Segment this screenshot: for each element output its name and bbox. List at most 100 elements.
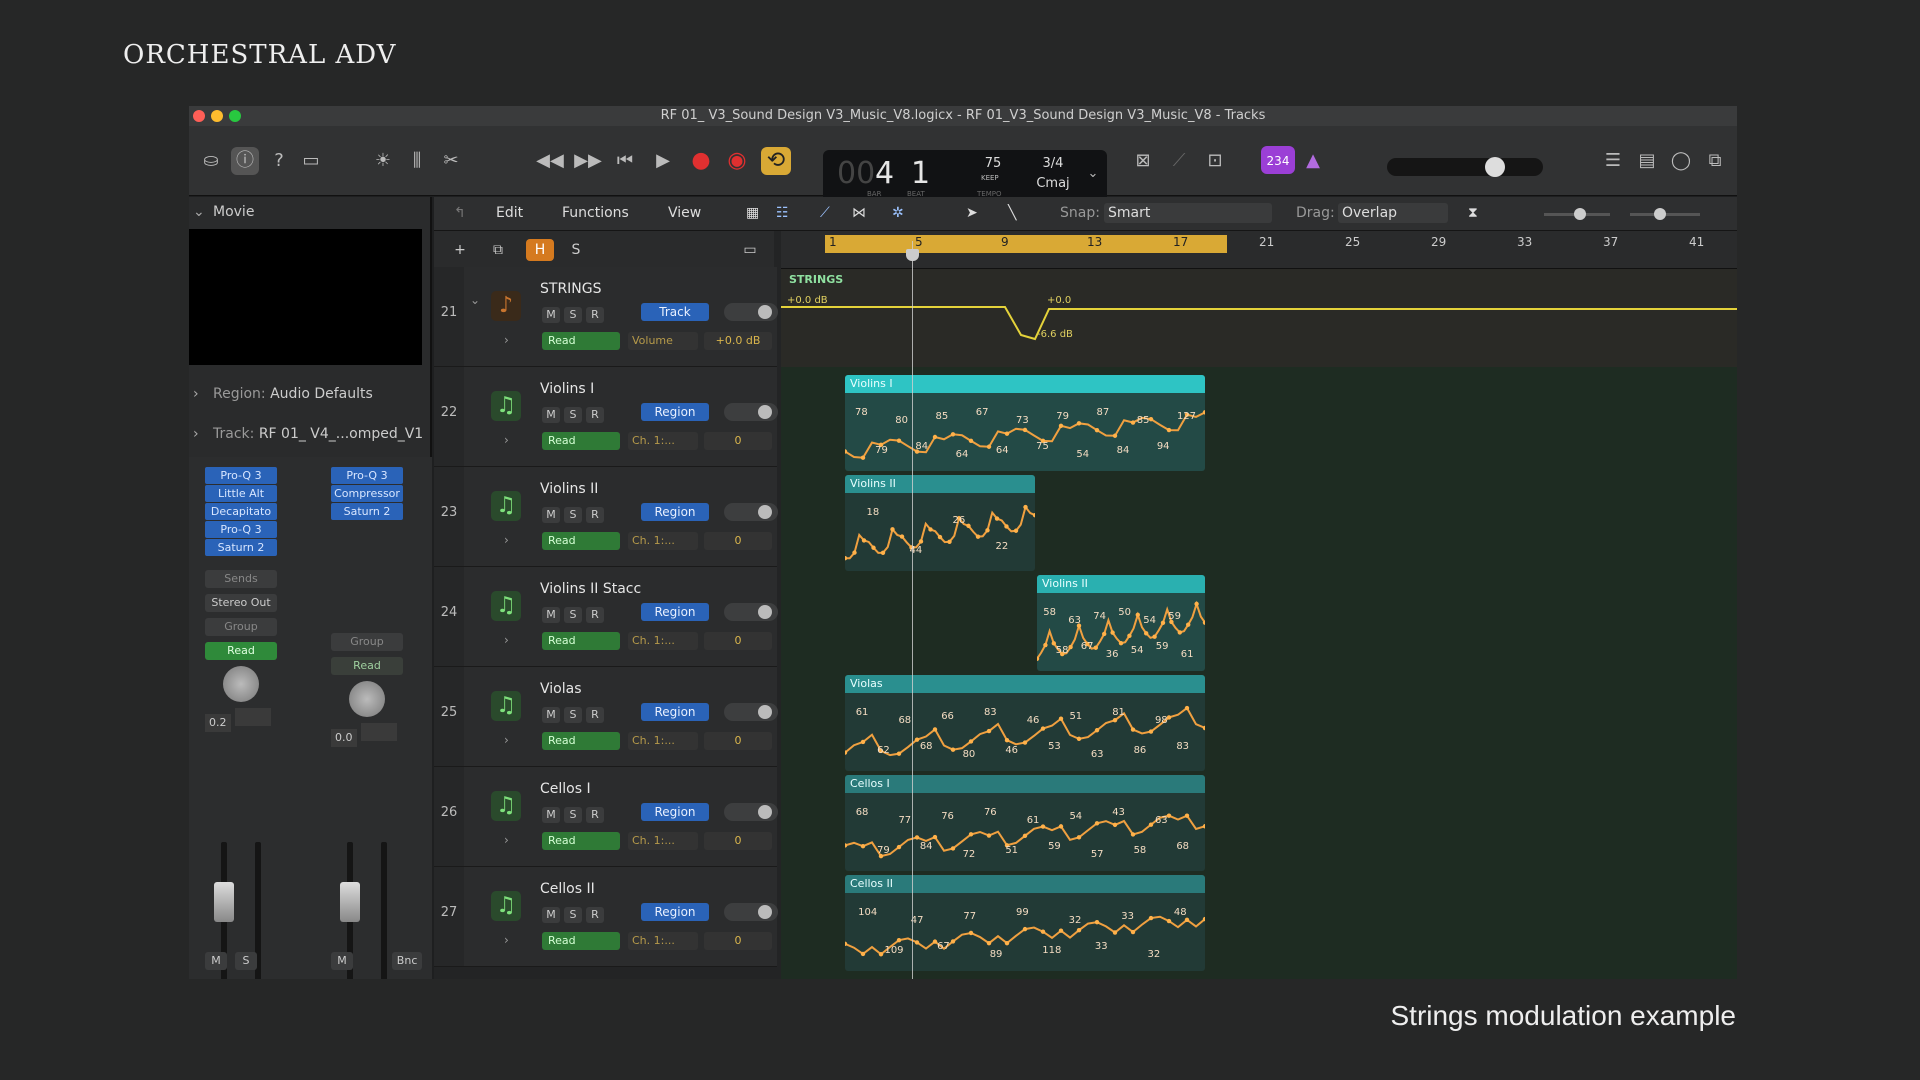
mute-button[interactable]: M	[542, 807, 560, 823]
solo-button[interactable]: S	[564, 707, 582, 723]
cycle-region[interactable]	[825, 235, 1227, 253]
plugin-slot[interactable]: Compressor	[331, 485, 403, 502]
track-header[interactable]: 24 ♫ Violins II Stacc MSR Region › Read …	[434, 567, 778, 667]
track-on-toggle[interactable]	[724, 503, 778, 521]
automation-mode-select[interactable]: Read	[542, 532, 620, 550]
track-header[interactable]: 26 ♫ Cellos I MSR Region › Read Ch. 1:..…	[434, 767, 778, 867]
region-automation-button[interactable]: Region	[641, 803, 709, 821]
functions-menu[interactable]: Functions	[562, 205, 629, 221]
cc-automation-curve[interactable]	[845, 493, 1035, 571]
record-arm-button[interactable]: R	[586, 407, 604, 423]
track-name[interactable]: Cellos II	[540, 881, 595, 897]
toolbar-icon[interactable]: ▭	[297, 147, 325, 175]
global-tracks-icon[interactable]: ▭	[736, 239, 764, 261]
automation-parameter-select[interactable]: Ch. 1:...	[628, 932, 698, 950]
midi-region[interactable]: Violins II 18 44 26 22	[845, 475, 1035, 571]
metronome-icon[interactable]: ▲	[1299, 147, 1327, 175]
solo-button[interactable]: S	[235, 952, 257, 970]
plugin-slot[interactable]: Pro-Q 3	[331, 467, 403, 484]
solo-button[interactable]: S	[564, 507, 582, 523]
chevron-right-icon[interactable]: ›	[504, 533, 509, 547]
view-menu[interactable]: View	[668, 205, 701, 221]
automation-mode-select[interactable]: Read	[542, 632, 620, 650]
mute-button[interactable]: M	[542, 507, 560, 523]
plugin-slot[interactable]: Saturn 2	[331, 503, 403, 520]
solo-toggle-button[interactable]: S	[562, 239, 590, 261]
track-on-toggle[interactable]	[724, 803, 778, 821]
automation-parameter-select[interactable]: Ch. 1:...	[628, 632, 698, 650]
pan-value[interactable]: 0.0	[331, 729, 357, 747]
automation-mode-select[interactable]: Read	[542, 332, 620, 350]
notepad-icon[interactable]: ▤	[1633, 147, 1661, 175]
master-volume-slider[interactable]	[1387, 157, 1543, 177]
chevron-right-icon[interactable]: ›	[504, 833, 509, 847]
cc-automation-curve[interactable]	[845, 393, 1205, 471]
pencil-tool-icon[interactable]: ╲	[1008, 205, 1016, 221]
browser-icon[interactable]: ⧉	[1701, 147, 1729, 175]
track-name[interactable]: Cellos I	[540, 781, 591, 797]
automation-mode-select[interactable]: Read	[542, 832, 620, 850]
automation-parameter-select[interactable]: Ch. 1:...	[628, 532, 698, 550]
horizontal-zoom-slider[interactable]	[1630, 208, 1700, 220]
plugin-slot[interactable]: Pro-Q 3	[205, 521, 277, 538]
automation-parameter-select[interactable]: Ch. 1:...	[628, 432, 698, 450]
automation-value[interactable]: 0	[704, 632, 772, 650]
bounce-button[interactable]: Bnc	[392, 952, 423, 970]
play-icon[interactable]: ▶	[649, 147, 677, 175]
midi-region[interactable]: Violins I 78 79 80 84 85 64 67 64 73 75 79 54 87 84 85 9…	[845, 375, 1205, 471]
automation-mode-select[interactable]: Read	[542, 732, 620, 750]
region-automation-button[interactable]: Region	[641, 503, 709, 521]
chevron-right-icon[interactable]: ›	[504, 333, 509, 347]
mute-button[interactable]: M	[542, 307, 560, 323]
chevron-right-icon[interactable]: ›	[504, 933, 509, 947]
automation-value[interactable]: 0	[704, 932, 772, 950]
music-note-icon[interactable]: ♫	[491, 891, 521, 921]
zoom-focus-icon[interactable]: ✲	[892, 205, 904, 221]
track-on-toggle[interactable]	[724, 603, 778, 621]
solo-button[interactable]: S	[564, 307, 582, 323]
violin-icon[interactable]: ♪	[491, 291, 521, 321]
track-automation-button[interactable]: Track	[641, 303, 709, 321]
volume-fader[interactable]	[340, 882, 360, 922]
region-inspector-row[interactable]: › Region: Audio Defaults	[189, 379, 432, 409]
solo-button[interactable]: S	[564, 607, 582, 623]
music-note-icon[interactable]: ♫	[491, 391, 521, 421]
pointer-tool-icon[interactable]: ➤	[966, 205, 978, 221]
automation-value[interactable]: 0	[704, 832, 772, 850]
count-in-icon[interactable]: 234	[1261, 146, 1295, 174]
close-icon[interactable]	[193, 110, 205, 122]
drag-select[interactable]: Overlap	[1338, 203, 1448, 223]
solo-button[interactable]: S	[564, 907, 582, 923]
mute-button[interactable]: M	[542, 607, 560, 623]
automation-mode-select[interactable]: Read	[542, 932, 620, 950]
replace-icon[interactable]: ⊠	[1129, 147, 1157, 175]
plugin-slot[interactable]: Pro-Q 3	[205, 467, 277, 484]
list-icon[interactable]: ☷	[776, 205, 789, 221]
forward-icon[interactable]: ▶▶	[573, 147, 603, 175]
movie-header[interactable]: ⌄ Movie	[189, 197, 432, 227]
track-name[interactable]: Violas	[540, 681, 582, 697]
automation-parameter-select[interactable]: Ch. 1:...	[628, 732, 698, 750]
automation-value[interactable]: 0	[704, 732, 772, 750]
chevron-down-icon[interactable]: ⌄	[470, 293, 480, 307]
solo-icon[interactable]: ⊡	[1201, 147, 1229, 175]
output-slot[interactable]: Stereo Out	[205, 594, 277, 612]
automation-mode-select[interactable]: Read	[542, 432, 620, 450]
pan-value[interactable]: 0.2	[205, 714, 231, 732]
cycle-icon[interactable]: ⟲	[761, 147, 791, 175]
inspector-icon[interactable]: ⓘ	[231, 147, 259, 175]
go-to-start-icon[interactable]: ⏮	[611, 147, 639, 175]
waveform-zoom-icon[interactable]: ⧗	[1468, 205, 1478, 221]
zoom-icon[interactable]	[229, 110, 241, 122]
lcd-display[interactable]: 00 4 1 BAR BEAT 75 KEEP TEMPO 3/4 Cmaj ⌄	[823, 150, 1107, 202]
automation-value[interactable]: +0.0 dB	[704, 332, 772, 350]
edit-menu[interactable]: Edit	[496, 205, 523, 221]
region-automation-button[interactable]: Region	[641, 703, 709, 721]
region-automation-button[interactable]: Region	[641, 603, 709, 621]
tuner-icon[interactable]: ⟋	[1165, 147, 1193, 175]
track-inspector-row[interactable]: › Track: RF 01_ V4_...omped_V1	[189, 419, 432, 449]
cc-automation-curve[interactable]	[845, 693, 1205, 771]
chevron-right-icon[interactable]: ›	[504, 433, 509, 447]
automation-parameter-select[interactable]: Ch. 1:...	[628, 832, 698, 850]
volume-knob[interactable]	[1485, 157, 1505, 177]
